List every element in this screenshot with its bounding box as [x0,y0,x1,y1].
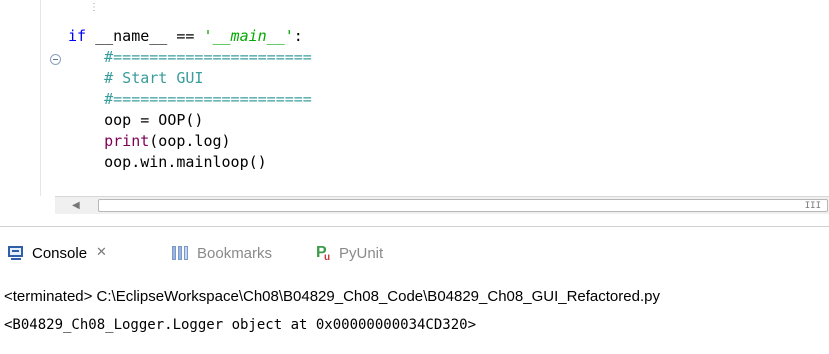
code-line[interactable]: if __name__ == '__main__': [68,26,312,47]
code-token: oop = OOP() [68,111,204,129]
code-token: __name__ == [86,27,204,45]
code-line[interactable]: # Start GUI [68,68,312,89]
eclipse-window: ⋮ if __name__ == '__main__': #==========… [0,0,829,354]
code-token: print [104,132,150,150]
tab-pyunit[interactable]: Pu PyUnit [316,236,383,270]
tab-pyunit-label: PyUnit [339,244,384,262]
console-output[interactable]: <terminated> C:\EclipseWorkspace\Ch08\B0… [0,286,829,354]
code-editor[interactable]: ⋮ if __name__ == '__main__': #==========… [0,0,829,210]
fold-dots-icon: ⋮ [89,2,99,13]
scroll-grip-icon: III [804,201,821,211]
code-block[interactable]: if __name__ == '__main__': #============… [68,26,312,173]
tab-bookmarks[interactable]: Bookmarks [172,236,272,270]
code-line[interactable]: #====================== [68,47,312,68]
scroll-thumb[interactable]: III [98,199,828,212]
fold-collapse-icon[interactable] [50,54,61,65]
close-icon[interactable]: ✕ [96,246,108,259]
scroll-left-icon[interactable]: ◀ [72,201,82,211]
code-token: #====================== [68,90,312,108]
editor-ruler [0,0,40,196]
code-line[interactable]: oop = OOP() [68,110,312,131]
code-line[interactable]: oop.win.mainloop() [68,152,312,173]
editor-divider [40,0,41,196]
code-token: if [68,27,87,45]
code-line[interactable]: print(oop.log) [68,131,312,152]
console-output-line: <B04829_Ch08_Logger.Logger object at 0x0… [4,317,477,333]
view-tabs: Console ✕ Bookmarks Pu PyUnit [0,236,829,270]
bookmarks-icon [172,245,190,261]
code-token: '__main__' [203,27,294,45]
pyunit-icon: Pu [316,244,331,264]
horizontal-scrollbar[interactable]: ◀ III [55,196,829,215]
editor-bottom-edge [0,214,829,227]
terminated-status: <terminated> C:\EclipseWorkspace\Ch08\B0… [4,288,660,305]
tab-bookmarks-label: Bookmarks [197,244,273,262]
code-token: oop.win.mainloop() [68,153,267,171]
code-token: : [293,27,303,45]
code-token: #====================== [68,48,312,66]
console-icon [8,245,25,261]
tab-console-label: Console [32,244,88,262]
code-line[interactable]: #====================== [68,89,312,110]
tab-console[interactable]: Console ✕ [8,236,115,270]
code-token: # Start GUI [68,69,204,87]
code-token: (oop.log) [149,132,231,150]
